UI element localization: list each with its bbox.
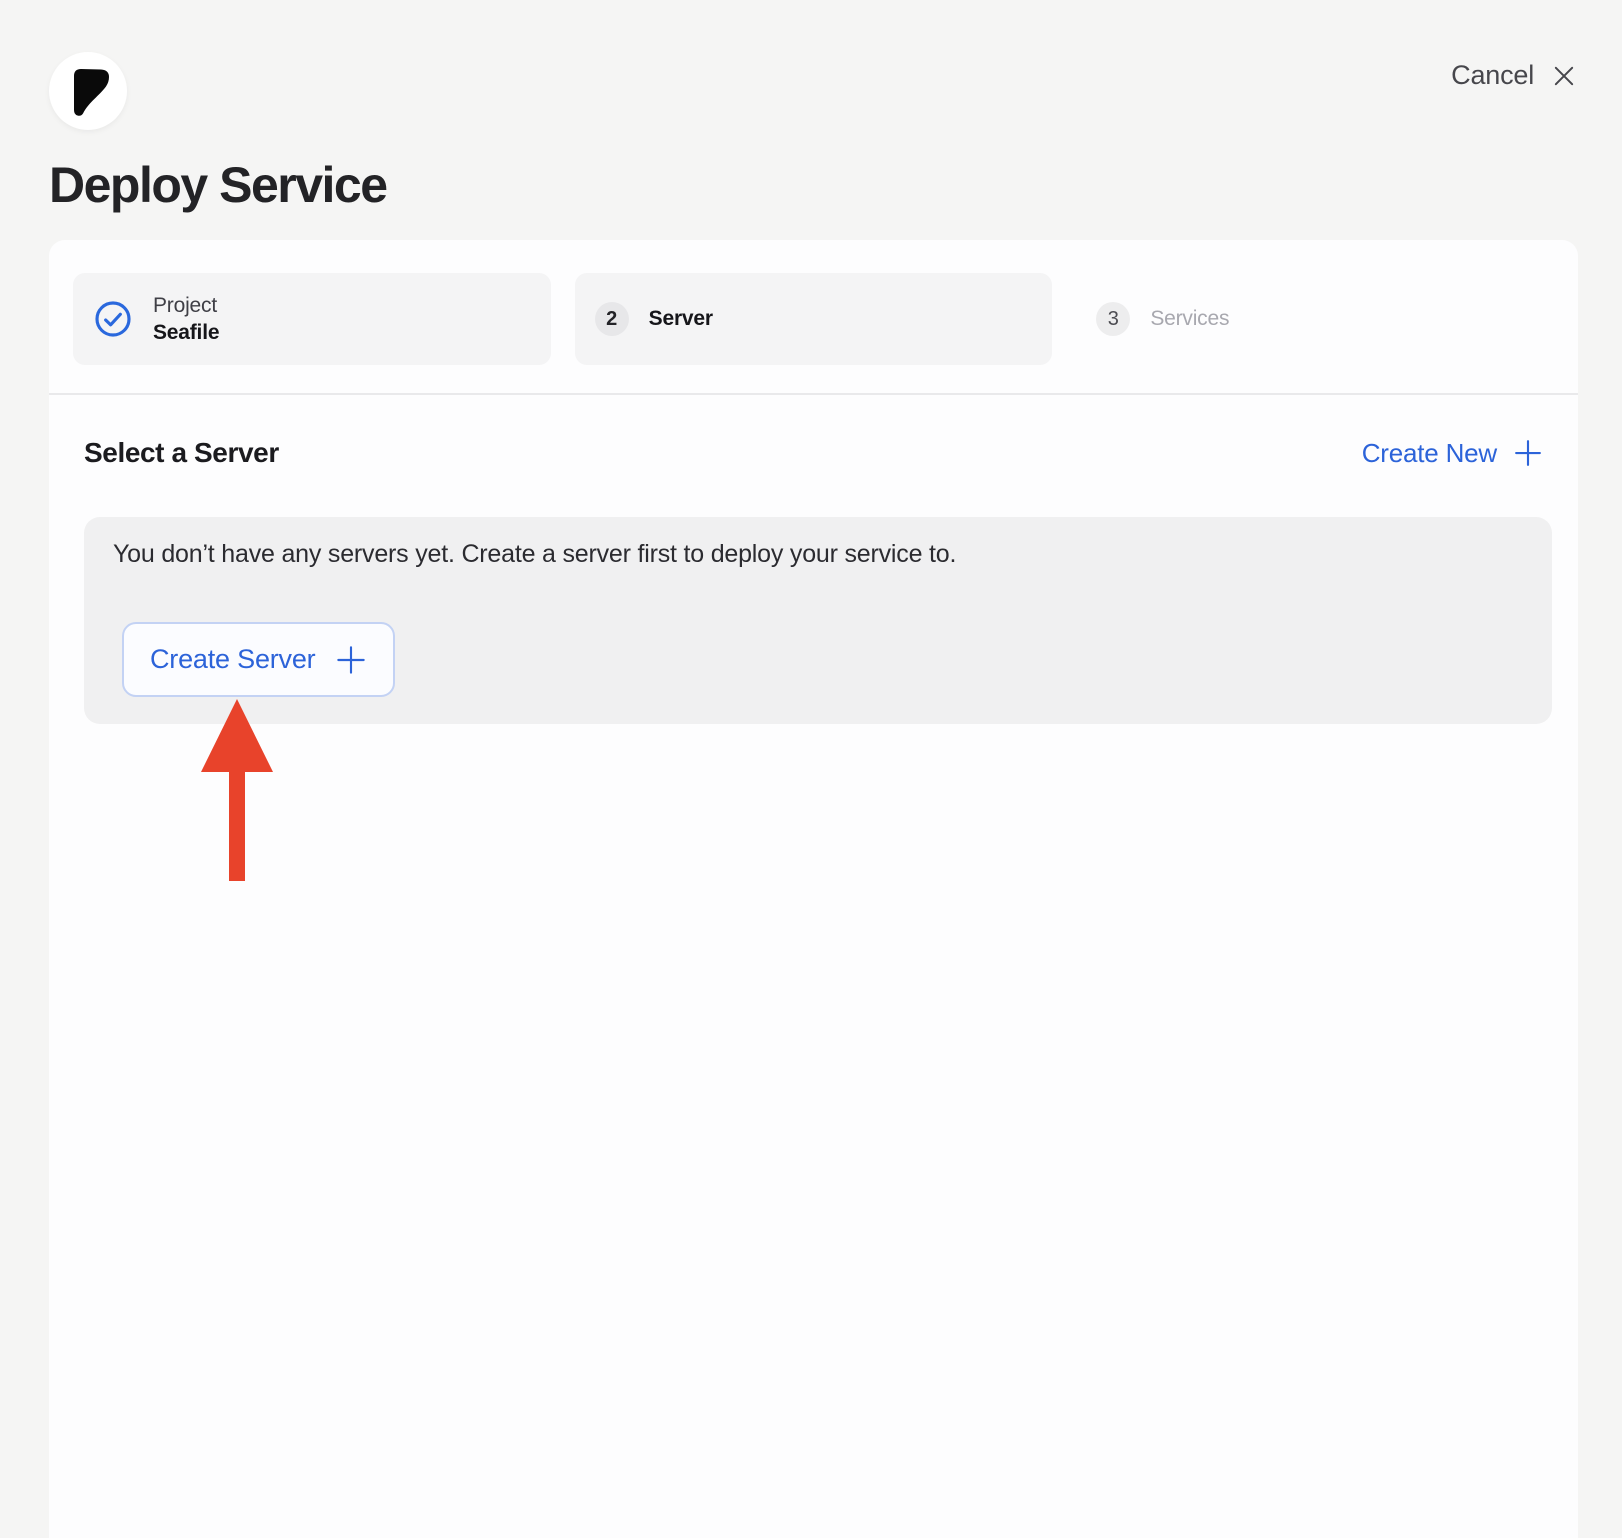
step-services-number-badge: 3 <box>1096 302 1130 336</box>
cancel-label: Cancel <box>1451 60 1534 91</box>
step-server[interactable]: 2 Server <box>575 273 1053 365</box>
select-server-heading: Select a Server <box>84 437 279 469</box>
step-server-label: Server <box>649 307 713 331</box>
page-title: Deploy Service <box>49 156 387 214</box>
server-section-header: Select a Server Create New <box>49 437 1578 469</box>
step-services: 3 Services <box>1076 273 1554 365</box>
plus-icon <box>335 644 367 676</box>
create-server-label: Create Server <box>150 644 315 675</box>
deploy-wizard-card: Project Seafile 2 Server 3 Services Sele… <box>49 240 1578 1538</box>
empty-state-message: You don’t have any servers yet. Create a… <box>113 539 1522 569</box>
step-project-value: Seafile <box>153 319 219 346</box>
deploy-service-page: { "header": { "title": "Deploy Service",… <box>0 0 1622 1538</box>
wizard-stepper: Project Seafile 2 Server 3 Services <box>49 240 1578 395</box>
create-new-label: Create New <box>1362 438 1497 469</box>
check-circle-icon <box>93 299 133 339</box>
brand-logo <box>49 52 127 130</box>
step-server-number-badge: 2 <box>595 302 629 336</box>
step-project-label: Project <box>153 292 219 319</box>
step-services-label: Services <box>1150 307 1229 331</box>
close-icon <box>1550 62 1578 90</box>
cancel-button[interactable]: Cancel <box>1451 60 1578 91</box>
create-server-button[interactable]: Create Server <box>122 622 395 697</box>
annotation-arrow-up <box>200 699 274 886</box>
no-servers-panel: You don’t have any servers yet. Create a… <box>84 517 1552 724</box>
plus-icon <box>1513 438 1543 468</box>
create-new-button[interactable]: Create New <box>1362 438 1543 469</box>
step-project[interactable]: Project Seafile <box>73 273 551 365</box>
